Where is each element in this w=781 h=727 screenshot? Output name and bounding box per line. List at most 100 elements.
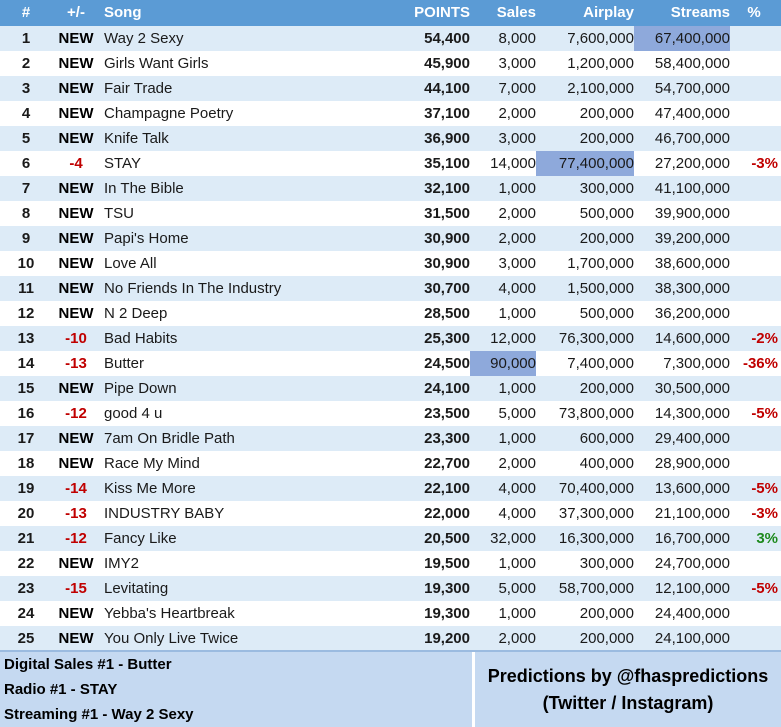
row-airplay: 600,000 <box>579 430 634 447</box>
row-pct <box>730 376 778 401</box>
row-sales: 1,000 <box>498 305 536 322</box>
row-airplay: 300,000 <box>579 555 634 572</box>
row-sales: 4,000 <box>498 505 536 522</box>
row-sales: 2,000 <box>498 205 536 222</box>
row-pct <box>730 451 778 476</box>
row-rank: 21 <box>17 530 35 547</box>
row-move: NEW <box>58 455 94 472</box>
table-row: 16 -12 good 4 u 23,500 5,000 73,800,000 14,300… <box>0 401 781 426</box>
credit-line-1: Predictions by @fhaspredictions <box>487 665 769 686</box>
table-row: 17 NEW 7am On Bridle Path 23,300 1,000 600,00… <box>0 426 781 451</box>
row-airplay: 2,100,000 <box>567 80 634 97</box>
row-song: Fancy Like <box>104 530 177 547</box>
row-rank: 1 <box>21 30 31 47</box>
row-streams: 27,200,000 <box>654 155 730 172</box>
table-row: 2 NEW Girls Want Girls 45,900 3,000 1,200,000… <box>0 51 781 76</box>
row-rank: 20 <box>17 505 35 522</box>
row-streams: 47,400,000 <box>654 105 730 122</box>
table-row: 15 NEW Pipe Down 24,100 1,000 200,000 30,500,0… <box>0 376 781 401</box>
row-points: 23,300 <box>424 430 470 447</box>
row-sales: 1,000 <box>498 180 536 197</box>
row-rank: 3 <box>21 80 31 97</box>
table-row: 11 NEW No Friends In The Industry 30,700 4,0… <box>0 276 781 301</box>
table-row: 10 NEW Love All 30,900 3,000 1,700,000 38,600,… <box>0 251 781 276</box>
row-sales: 4,000 <box>498 280 536 297</box>
row-move: NEW <box>58 30 94 47</box>
row-move: NEW <box>58 230 94 247</box>
row-move: -12 <box>65 530 87 547</box>
row-points: 32,100 <box>424 180 470 197</box>
row-streams: 46,700,000 <box>654 130 730 147</box>
digital-sales-leader: Digital Sales #1 - Butter <box>4 656 172 673</box>
row-rank: 22 <box>17 555 35 572</box>
row-move: NEW <box>58 55 94 72</box>
row-airplay: 200,000 <box>579 605 634 622</box>
row-points: 19,300 <box>424 605 470 622</box>
row-streams: 39,900,000 <box>654 205 730 222</box>
header-rank: # <box>21 4 31 21</box>
row-airplay: 1,200,000 <box>567 55 634 72</box>
row-airplay: 58,700,000 <box>558 580 634 597</box>
row-pct: -2% <box>751 330 778 347</box>
row-song: No Friends In The Industry <box>104 280 282 297</box>
row-move: -13 <box>65 505 87 522</box>
row-move: -13 <box>65 355 87 372</box>
row-streams: 14,300,000 <box>654 405 730 422</box>
table-row: 18 NEW Race My Mind 22,700 2,000 400,000 28,90… <box>0 451 781 476</box>
row-points: 30,900 <box>424 230 470 247</box>
row-rank: 5 <box>21 130 31 147</box>
row-airplay: 200,000 <box>579 380 634 397</box>
table-row: 23 -15 Levitating 19,300 5,000 58,700,000 12,1… <box>0 576 781 601</box>
row-points: 22,000 <box>424 505 470 522</box>
row-rank: 9 <box>21 230 31 247</box>
row-sales: 5,000 <box>498 580 536 597</box>
table-header: # +/- Song POINTS Sales Airplay Streams … <box>0 0 781 26</box>
row-rank: 18 <box>17 455 35 472</box>
row-points: 22,700 <box>424 455 470 472</box>
row-song: IMY2 <box>104 555 140 572</box>
table-row: 21 -12 Fancy Like 20,500 32,000 16,300,000 16,… <box>0 526 781 551</box>
row-points: 54,400 <box>424 30 470 47</box>
header-points: POINTS <box>414 4 470 21</box>
row-sales: 2,000 <box>498 105 536 122</box>
row-airplay: 7,600,000 <box>567 30 634 47</box>
row-pct <box>730 26 778 51</box>
row-rank: 8 <box>21 205 31 222</box>
row-airplay: 37,300,000 <box>558 505 634 522</box>
row-pct <box>730 301 778 326</box>
row-airplay: 500,000 <box>579 305 634 322</box>
row-song: 7am On Bridle Path <box>104 430 235 447</box>
row-sales: 1,000 <box>498 430 536 447</box>
table-row: 6 -4 STAY 35,100 14,000 77,400,000 27,200,000 -… <box>0 151 781 176</box>
row-sales: 32,000 <box>490 530 536 547</box>
row-song: Girls Want Girls <box>104 55 209 72</box>
row-streams: 24,400,000 <box>654 605 730 622</box>
row-points: 30,700 <box>424 280 470 297</box>
row-song: Pipe Down <box>104 380 177 397</box>
row-move: NEW <box>58 180 94 197</box>
row-move: NEW <box>58 205 94 222</box>
row-pct <box>730 76 778 101</box>
row-streams: 67,400,000 <box>634 26 730 51</box>
row-points: 44,100 <box>424 80 470 97</box>
table-row: 8 NEW TSU 31,500 2,000 500,000 39,900,000 <box>0 201 781 226</box>
row-streams: 14,600,000 <box>654 330 730 347</box>
row-sales: 12,000 <box>490 330 536 347</box>
row-rank: 16 <box>17 405 35 422</box>
row-rank: 15 <box>17 380 35 397</box>
row-points: 35,100 <box>424 155 470 172</box>
row-airplay: 300,000 <box>579 180 634 197</box>
row-points: 28,500 <box>424 305 470 322</box>
row-rank: 4 <box>21 105 31 122</box>
row-move: NEW <box>58 105 94 122</box>
row-move: NEW <box>58 380 94 397</box>
row-sales: 2,000 <box>498 230 536 247</box>
row-pct <box>730 601 778 626</box>
row-move: NEW <box>58 605 94 622</box>
table-row: 19 -14 Kiss Me More 22,100 4,000 70,400,000 13… <box>0 476 781 501</box>
row-pct <box>730 626 778 651</box>
row-song: Champagne Poetry <box>104 105 234 122</box>
row-sales: 3,000 <box>498 255 536 272</box>
row-song: Papi's Home <box>104 230 189 247</box>
row-song: Kiss Me More <box>104 480 196 497</box>
